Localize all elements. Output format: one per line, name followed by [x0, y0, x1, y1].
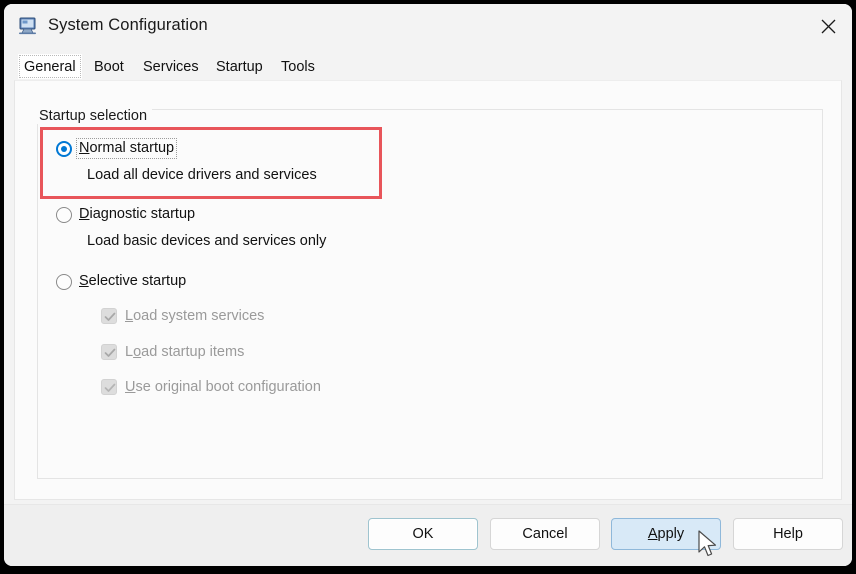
checkbox-use-original-boot-configuration-label: Use original boot configuration	[125, 379, 321, 395]
checkbox-load-startup-items-prefix: L	[125, 344, 134, 360]
accel-s: S	[79, 273, 89, 289]
radio-diagnostic-startup-label: Diagnostic startup	[79, 206, 195, 223]
ok-button-label: OK	[412, 526, 434, 542]
checkbox-load-system-services-label: Load system services	[125, 308, 264, 324]
apply-button-rest: pply	[657, 526, 685, 542]
tab-general[interactable]: General	[18, 54, 82, 79]
tab-general-label: General	[24, 58, 76, 75]
tab-tools-label: Tools	[281, 58, 315, 75]
radio-selective-startup-text: elective startup	[88, 273, 187, 289]
accel-o: o	[133, 344, 142, 360]
apply-button-label: Apply	[648, 526, 684, 542]
checkbox-load-system-services-box[interactable]	[101, 308, 117, 324]
checkbox-use-original-boot-configuration-text: se original boot configuration	[135, 379, 321, 395]
ok-button[interactable]: OK	[368, 518, 478, 550]
monitor-icon	[18, 17, 38, 35]
radio-diagnostic-startup[interactable]: Diagnostic startup	[56, 206, 195, 223]
checkbox-load-system-services-text: oad system services	[133, 308, 265, 324]
radio-selective-startup[interactable]: Selective startup	[56, 273, 186, 290]
radio-diagnostic-startup-text: iagnostic startup	[89, 206, 196, 222]
checkbox-load-system-services[interactable]: Load system services	[101, 308, 264, 324]
checkbox-load-startup-items-text: ad startup items	[141, 344, 245, 360]
cancel-button-label: Cancel	[522, 526, 568, 542]
radio-normal-startup-indicator[interactable]	[56, 141, 72, 157]
radio-normal-startup[interactable]: Normal startup	[56, 138, 178, 159]
help-button-label: Help	[773, 526, 803, 542]
apply-button[interactable]: Apply	[611, 518, 721, 550]
accel-u: U	[125, 379, 136, 395]
checkbox-load-startup-items-box[interactable]	[101, 344, 117, 360]
checkbox-load-startup-items-label: Load startup items	[125, 344, 244, 360]
system-configuration-window: System Configuration General Boot Servic…	[4, 4, 852, 566]
radio-diagnostic-startup-indicator[interactable]	[56, 207, 72, 223]
radio-normal-startup-text: ormal startup	[89, 140, 175, 156]
tab-services[interactable]: Services	[137, 54, 205, 79]
tab-startup[interactable]: Startup	[210, 54, 269, 79]
accel-d: D	[79, 206, 90, 222]
tab-boot[interactable]: Boot	[88, 54, 130, 79]
tab-startup-label: Startup	[216, 58, 263, 75]
help-button[interactable]: Help	[733, 518, 843, 550]
tab-tools[interactable]: Tools	[275, 54, 321, 79]
accel-l: L	[125, 308, 134, 324]
window-title: System Configuration	[48, 16, 208, 34]
startup-selection-groupbox	[37, 109, 823, 479]
dialog-footer: OK Cancel Apply Help	[4, 504, 852, 566]
accel-n: N	[79, 140, 90, 156]
cancel-button[interactable]: Cancel	[490, 518, 600, 550]
title-bar: System Configuration	[4, 4, 852, 50]
normal-startup-description: Load all device drivers and services	[87, 167, 317, 183]
accel-a: A	[647, 526, 658, 542]
startup-selection-label: Startup selection	[34, 108, 153, 124]
checkbox-use-original-boot-configuration-box[interactable]	[101, 379, 117, 395]
close-icon[interactable]	[804, 4, 852, 48]
radio-normal-startup-label: Normal startup	[75, 138, 178, 159]
tab-boot-label: Boot	[94, 58, 124, 75]
radio-selective-startup-indicator[interactable]	[56, 274, 72, 290]
diagnostic-startup-description: Load basic devices and services only	[87, 233, 327, 249]
tab-strip: General Boot Services Startup Tools	[4, 50, 852, 80]
checkbox-use-original-boot-configuration[interactable]: Use original boot configuration	[101, 379, 321, 395]
radio-selective-startup-label: Selective startup	[79, 273, 186, 290]
checkbox-load-startup-items[interactable]: Load startup items	[101, 344, 244, 360]
tab-services-label: Services	[143, 58, 199, 75]
